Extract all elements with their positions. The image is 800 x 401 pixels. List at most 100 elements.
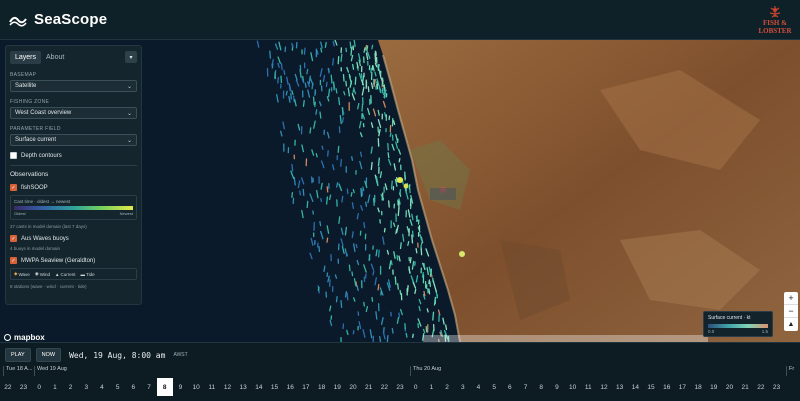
hour-cell[interactable]: 11 [580, 378, 596, 396]
panel-tabs: Layers About ▾ [10, 49, 137, 65]
depth-contours-toggle[interactable]: Depth contours [10, 152, 137, 159]
depth-contours-checkbox[interactable] [10, 152, 17, 159]
hour-cell[interactable]: 19 [329, 378, 345, 396]
hour-cell[interactable]: 14 [251, 378, 267, 396]
hour-cell[interactable]: 8 [533, 378, 549, 396]
day-label[interactable]: Tue 18 A... [3, 366, 32, 376]
wave-icon: ◆ [14, 271, 18, 276]
lobster-icon [769, 6, 781, 18]
legend-current: ▲ Current [55, 271, 76, 277]
zoom-out-button[interactable]: − [784, 305, 798, 318]
hour-cell[interactable]: 21 [737, 378, 753, 396]
hour-cell[interactable]: 6 [502, 378, 518, 396]
hour-cell[interactable]: 10 [565, 378, 581, 396]
hour-cell[interactable]: 16 [659, 378, 675, 396]
app-title: SeaScope [34, 11, 108, 28]
hour-cell[interactable]: 18 [690, 378, 706, 396]
now-button[interactable]: NOW [35, 348, 62, 362]
hour-cell[interactable]: 1 [424, 378, 440, 396]
hour-cell[interactable]: 22 [377, 378, 393, 396]
top-bar: SeaScope FISH & LOBSTER [0, 0, 800, 40]
hour-cell[interactable]: 0 [408, 378, 424, 396]
hour-cell[interactable]: 2 [439, 378, 455, 396]
basemap-select[interactable]: Satellite ⌄ [10, 80, 137, 92]
hour-cell[interactable]: 9 [549, 378, 565, 396]
fishing-zone-select[interactable]: West Coast overview ⌄ [10, 107, 137, 119]
tide-icon: ▬ [80, 271, 86, 277]
legend-tide: ▬ Tide [80, 271, 95, 277]
hour-cell[interactable]: 4 [94, 378, 110, 396]
hour-cell[interactable]: 4 [471, 378, 487, 396]
hour-cell[interactable]: 5 [110, 378, 126, 396]
parameter-field-value: Surface current [15, 137, 57, 143]
aus-waves-toggle[interactable]: ✓ Aus Waves buoys [10, 235, 137, 242]
hour-cell[interactable]: 3 [78, 378, 94, 396]
hour-cell[interactable]: 12 [220, 378, 236, 396]
hour-cell[interactable]: 1 [47, 378, 63, 396]
wind-icon: ◉ [34, 271, 39, 276]
hour-cell[interactable]: 9 [173, 378, 189, 396]
mapbox-icon [4, 334, 11, 341]
hour-cell[interactable]: 15 [643, 378, 659, 396]
hour-cell[interactable]: 8 [156, 378, 173, 396]
time-controls: PLAY NOW Wed, 19 Aug, 8:00 am AWST Tue 1… [0, 342, 800, 401]
mwpa-note: 8 stations (wave · wind · current · tide… [10, 284, 87, 289]
fishsoop-marker[interactable] [397, 177, 403, 183]
mwpa-checkbox[interactable]: ✓ [10, 257, 17, 264]
current-color-scale: Surface current · kt 0.0 1.5 [703, 311, 773, 337]
parameter-field-select[interactable]: Surface current ⌄ [10, 134, 137, 146]
hour-cell[interactable]: 20 [345, 378, 361, 396]
hour-cell[interactable]: 11 [204, 378, 220, 396]
tab-about[interactable]: About [41, 51, 69, 64]
fishsoop-checkbox[interactable]: ✓ [10, 184, 17, 191]
hour-cell[interactable]: 17 [675, 378, 691, 396]
hour-cell[interactable]: 16 [282, 378, 298, 396]
hour-cell[interactable]: 19 [706, 378, 722, 396]
hour-cell[interactable]: 14 [628, 378, 644, 396]
hour-cell[interactable]: 5 [486, 378, 502, 396]
hour-cell[interactable]: 21 [361, 378, 377, 396]
layers-panel: Layers About ▾ BASEMAP Satellite ⌄ FISHI… [5, 45, 142, 305]
mapbox-logo[interactable]: mapbox [4, 333, 45, 342]
hour-cell[interactable]: 7 [141, 378, 157, 396]
hour-cell[interactable]: 6 [126, 378, 142, 396]
hour-cell[interactable]: 7 [518, 378, 534, 396]
day-label[interactable]: Thu 20 Aug [410, 366, 441, 376]
hour-cell[interactable]: 17 [298, 378, 314, 396]
app-logo[interactable]: SeaScope [8, 10, 107, 30]
fishsoop-marker[interactable] [459, 251, 465, 257]
hour-cell[interactable]: 2 [63, 378, 79, 396]
hour-cell[interactable]: 23 [769, 378, 785, 396]
partner-logo: FISH & LOBSTER [756, 2, 794, 38]
fishsoop-marker[interactable] [403, 183, 409, 189]
legend-wave: ◆ Wave [14, 271, 30, 277]
aus-waves-checkbox[interactable]: ✓ [10, 235, 17, 242]
hour-cell[interactable]: 23 [16, 378, 32, 396]
hour-cell[interactable]: 0 [31, 378, 47, 396]
zoom-in-button[interactable]: + [784, 292, 798, 305]
hour-cell[interactable]: 22 [0, 378, 16, 396]
tab-layers[interactable]: Layers [10, 50, 42, 64]
hour-cell[interactable]: 15 [267, 378, 283, 396]
compass-button[interactable]: ▲ [784, 318, 798, 331]
cast-time-legend: Cast time · oldest → newest Oldest Newes… [10, 195, 137, 220]
hour-cell[interactable]: 3 [455, 378, 471, 396]
hour-cell[interactable]: 20 [722, 378, 738, 396]
chevron-down-icon[interactable]: ▾ [125, 51, 137, 63]
aus-waves-note: 4 buoys in model domain [10, 246, 61, 251]
hour-cell[interactable]: 13 [235, 378, 251, 396]
hour-cell[interactable]: 23 [392, 378, 408, 396]
day-label[interactable]: Wed 19 Aug [34, 366, 67, 376]
hour-slider[interactable]: 22 23 0 1 2 3 4 5 6 7 8 9 10 11 12 13 14 15 16 17 18 19 20 21 22… [0, 378, 800, 396]
hour-cell[interactable]: 13 [612, 378, 628, 396]
play-button[interactable]: PLAY [5, 348, 31, 362]
hour-cell[interactable]: 22 [753, 378, 769, 396]
hour-cell[interactable]: 12 [596, 378, 612, 396]
app-root: SeaScope FISH & LOBSTER Layers About ▾ B… [0, 0, 800, 401]
scale-title: Surface current · kt [708, 315, 751, 321]
day-label[interactable]: Fr [786, 366, 794, 376]
fishsoop-toggle[interactable]: ✓ fishSOOP [10, 184, 137, 191]
hour-cell[interactable]: 10 [188, 378, 204, 396]
hour-cell[interactable]: 18 [314, 378, 330, 396]
mwpa-toggle[interactable]: ✓ MWPA Seaview (Geraldton) [10, 257, 137, 264]
